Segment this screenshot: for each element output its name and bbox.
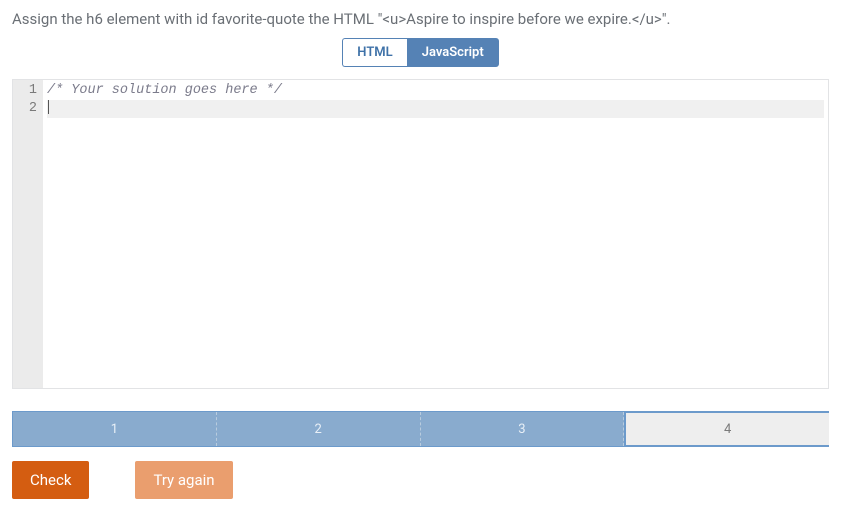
line-number: 1 (17, 82, 37, 100)
prompt-text: Assign the h6 element with id favorite-q… (12, 10, 829, 28)
check-button[interactable]: Check (12, 461, 89, 499)
line-number: 2 (17, 100, 37, 118)
action-buttons: Check Try again (12, 461, 829, 499)
code-editor[interactable]: 1 2 /* Your solution goes here */ (12, 79, 829, 389)
step-3[interactable]: 3 (421, 412, 625, 446)
step-2[interactable]: 2 (217, 412, 421, 446)
try-again-button[interactable]: Try again (135, 461, 232, 499)
cursor (48, 100, 49, 114)
progress-steps: 1 2 3 4 (12, 411, 829, 447)
line-gutter: 1 2 (13, 80, 43, 388)
step-1[interactable]: 1 (13, 412, 217, 446)
editor-tabs: HTML JavaScript (12, 38, 829, 67)
tab-html[interactable]: HTML (342, 38, 406, 67)
step-4[interactable]: 4 (624, 411, 829, 447)
code-line[interactable]: /* Your solution goes here */ (47, 82, 824, 100)
code-area[interactable]: /* Your solution goes here */ (43, 80, 828, 388)
code-line[interactable] (47, 100, 824, 118)
tab-javascript[interactable]: JavaScript (407, 38, 499, 67)
